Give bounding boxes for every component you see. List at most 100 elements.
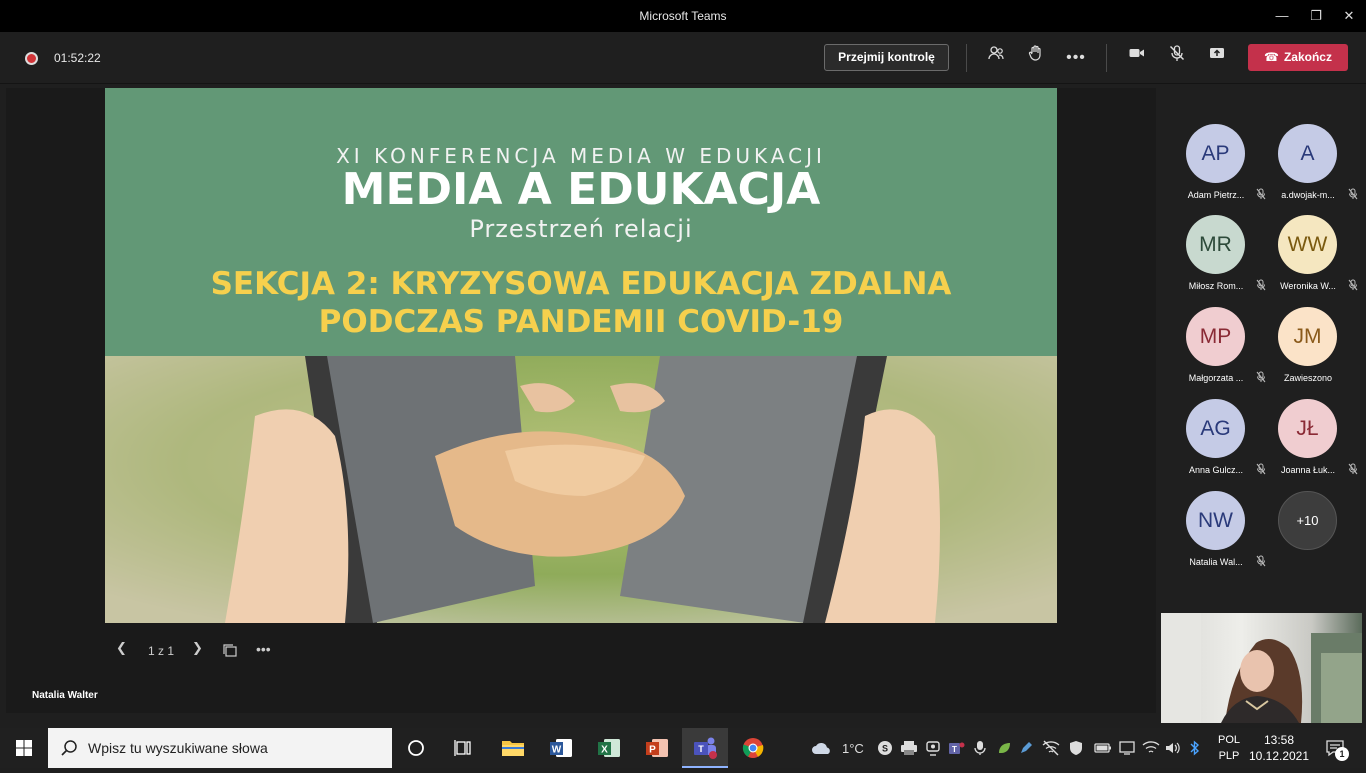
start-button[interactable] [0, 728, 48, 768]
keyboard-layout: PLP [1218, 750, 1240, 762]
restore-button[interactable]: ❐ [1299, 0, 1333, 32]
printer-icon [901, 741, 917, 755]
participant-avatar: WW [1278, 215, 1337, 274]
wifi-off-icon [1042, 740, 1060, 756]
close-button[interactable]: ✕ [1332, 0, 1366, 32]
camera-icon [1129, 49, 1144, 57]
battery-tray-button[interactable] [1094, 728, 1116, 768]
chrome-icon [742, 738, 764, 758]
folder-icon [502, 741, 524, 756]
hang-up-icon: ☎ [1264, 50, 1279, 64]
participant-tile[interactable]: WW Weronika W... [1278, 215, 1366, 299]
next-slide-button[interactable]: ❯ [192, 640, 203, 664]
taskbar-search-box[interactable]: Wpisz tu wyszukiwane słowa [48, 728, 392, 768]
clock-time: 13:58 [1263, 733, 1295, 747]
participant-name: Joanna Łuk... [1280, 465, 1336, 475]
participant-name: Anna Gulcz... [1188, 465, 1244, 475]
participant-tile[interactable]: JŁ Joanna Łuk... [1278, 399, 1366, 483]
end-call-button[interactable]: ☎ Zakończ [1248, 44, 1348, 71]
printer-tray-button[interactable] [900, 728, 920, 768]
presenter-name: Natalia Walter [32, 690, 98, 701]
presentation-slide: XI KONFERENCJA MEDIA W EDUKACJI MEDIA A … [105, 88, 1057, 623]
action-center-button[interactable]: 1 [1320, 728, 1358, 768]
window-title: Microsoft Teams [639, 9, 727, 23]
skype-icon: S [878, 741, 892, 755]
participant-name: Adam Pietrz... [1187, 190, 1245, 200]
meeting-toolbar: 01:52:22 Przejmij kontrolę ••• ☎ Zakończ [0, 32, 1366, 84]
pen-icon [1021, 742, 1032, 753]
participant-avatar: A [1278, 124, 1337, 183]
teams-button[interactable]: T [682, 728, 728, 768]
display-tray-button[interactable] [1118, 728, 1140, 768]
powerpoint-icon: P [646, 739, 668, 757]
more-participants-button[interactable]: +10 [1278, 491, 1337, 550]
battery-icon [1094, 743, 1111, 753]
chevron-left-icon: ❮ [116, 640, 127, 655]
search-icon [61, 740, 77, 756]
raise-hand-button[interactable] [1022, 44, 1050, 72]
participant-avatar: MR [1186, 215, 1245, 274]
svg-text:X: X [601, 745, 608, 756]
participant-avatar: AG [1186, 399, 1245, 458]
pen-tray-button[interactable] [1018, 728, 1038, 768]
previous-slide-button[interactable]: ❮ [116, 640, 127, 664]
windows-logo-icon [16, 740, 32, 756]
slide-section-title: SEKCJA 2: KRYZYSOWA EDUKACJA ZDALNA PODC… [105, 265, 1057, 341]
participants-button[interactable] [982, 44, 1010, 72]
self-video-preview[interactable] [1161, 613, 1362, 723]
wifi-tray-button[interactable] [1142, 728, 1164, 768]
file-explorer-button[interactable] [490, 728, 536, 768]
windows-taskbar: Wpisz tu wyszukiwane słowa W X P T 1°C S… [0, 728, 1366, 768]
slide-subtitle: Przestrzeń relacji [469, 215, 693, 243]
share-screen-button[interactable] [1203, 44, 1231, 72]
toolbar-divider [1106, 44, 1107, 72]
search-placeholder: Wpisz tu wyszukiwane słowa [88, 740, 268, 756]
weather-temperature: 1°C [842, 741, 864, 756]
chevron-right-icon: ❯ [192, 640, 203, 655]
camera-button[interactable] [1123, 44, 1151, 72]
more-actions-button[interactable]: ••• [1062, 44, 1090, 72]
webcam-icon [926, 741, 940, 756]
slide-more-options-button[interactable]: ••• [256, 641, 271, 665]
app-tray-button[interactable] [996, 728, 1016, 768]
input-language-button[interactable]: POL PLP [1212, 732, 1246, 764]
participant-avatar: AP [1186, 124, 1245, 183]
security-tray-button[interactable] [1068, 728, 1090, 768]
participants-icon [988, 46, 1004, 60]
svg-text:S: S [882, 744, 888, 754]
word-button[interactable]: W [538, 728, 584, 768]
cloud-icon [812, 743, 830, 754]
participant-tile[interactable]: Aa.dwojak-m... [1278, 124, 1366, 208]
monitor-icon [1119, 741, 1135, 755]
slide-view-button[interactable] [222, 643, 238, 667]
participant-avatar: MP [1186, 307, 1245, 366]
minimize-button[interactable]: — [1265, 0, 1299, 32]
chrome-button[interactable] [730, 728, 776, 768]
participant-tile[interactable]: JM Zawieszono [1278, 307, 1366, 391]
handshake-photo [105, 356, 1057, 623]
volume-tray-button[interactable] [1164, 728, 1186, 768]
title-bar: Microsoft Teams — ❐ ✕ [0, 0, 1366, 32]
teams-tray-button[interactable]: T [948, 728, 970, 768]
task-view-button[interactable] [440, 728, 486, 768]
slide-section-line2: PODCZAS PANDEMII COVID-19 [318, 304, 844, 340]
wifi-icon [1142, 741, 1160, 753]
shield-icon [1070, 741, 1082, 755]
microphone-muted-icon [1348, 279, 1358, 293]
cortana-button[interactable] [393, 728, 439, 768]
take-control-button[interactable]: Przejmij kontrolę [824, 44, 949, 71]
microphone-tray-button[interactable] [972, 728, 992, 768]
network-off-tray-button[interactable] [1042, 728, 1064, 768]
clock-date: 10.12.2021 [1248, 749, 1310, 763]
powerpoint-button[interactable]: P [634, 728, 680, 768]
microphone-muted-icon [1348, 463, 1358, 477]
participant-name: Zawieszono [1283, 373, 1333, 383]
camera-tray-button[interactable] [924, 728, 946, 768]
skype-tray-button[interactable]: S [876, 728, 896, 768]
microphone-button[interactable] [1163, 44, 1191, 72]
excel-button[interactable]: X [586, 728, 632, 768]
participant-tile[interactable]: NW Natalia Wal... [1186, 491, 1276, 575]
bluetooth-tray-button[interactable] [1188, 728, 1208, 768]
taskbar-clock[interactable]: 13:58 10.12.2021 [1248, 732, 1310, 764]
more-icon: ••• [256, 641, 271, 657]
